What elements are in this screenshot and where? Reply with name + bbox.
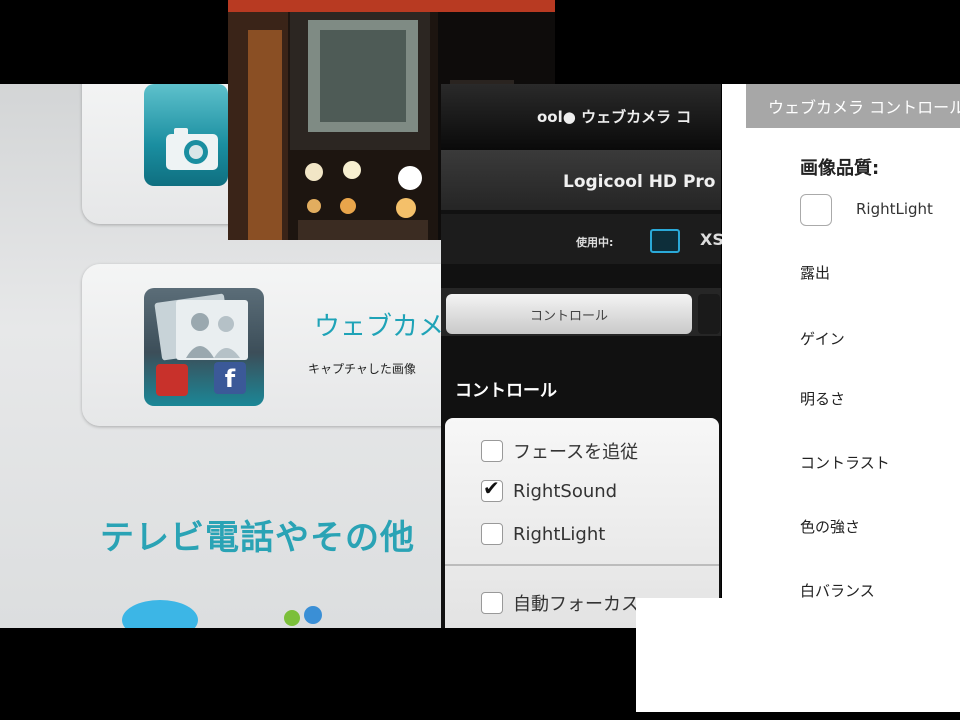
bottom-letterbox bbox=[0, 628, 636, 720]
section-title: コントロール bbox=[455, 381, 557, 401]
rightlight-label: RightLight bbox=[856, 200, 933, 218]
panel-brand: ool● ウェブカメラ コ bbox=[537, 108, 692, 126]
status-value: XS bbox=[700, 230, 724, 249]
rightsound-label: RightSound bbox=[513, 480, 618, 502]
videocall-heading: テレビ電話やその他 bbox=[100, 518, 415, 558]
webcam-monitor-icon[interactable] bbox=[650, 229, 680, 253]
setting-gain: ゲイン bbox=[800, 330, 845, 348]
setting-brightness: 明るさ bbox=[800, 390, 846, 408]
setting-contrast: コントラスト bbox=[800, 454, 890, 472]
option-autofocus[interactable]: 自動フォーカス bbox=[481, 590, 639, 616]
rightlight-checkbox[interactable] bbox=[481, 523, 503, 545]
option-rightlight[interactable]: RightLight bbox=[481, 523, 605, 545]
face-tracking-checkbox[interactable] bbox=[481, 440, 503, 462]
facebook-icon[interactable]: f bbox=[214, 362, 246, 394]
share-card[interactable]: f ウェブカメ キャプチャした画像 bbox=[82, 264, 445, 426]
share-subtitle: キャプチャした画像 bbox=[308, 362, 416, 376]
setting-exposure: 露出 bbox=[800, 264, 831, 282]
setting-color-intensity: 色の強さ bbox=[800, 518, 861, 536]
autofocus-checkbox[interactable] bbox=[481, 592, 503, 614]
option-face-tracking[interactable]: フェースを追従 bbox=[481, 438, 638, 464]
messenger-icon[interactable] bbox=[284, 610, 300, 626]
tab-control[interactable]: コントロール bbox=[446, 294, 692, 334]
rightlight-option-label: RightLight bbox=[513, 523, 606, 545]
tab-other[interactable] bbox=[698, 294, 720, 334]
device-name[interactable]: Logicool HD Pro bbox=[563, 172, 715, 192]
messenger-icon-2[interactable] bbox=[304, 606, 322, 624]
share-tile[interactable]: f bbox=[144, 288, 264, 406]
autofocus-label: 自動フォーカス bbox=[513, 594, 639, 615]
option-rightsound[interactable]: RightSound bbox=[481, 476, 618, 502]
options-divider bbox=[445, 564, 719, 566]
youtube-icon[interactable] bbox=[156, 364, 188, 396]
face-tracking-label: フェースを追従 bbox=[513, 442, 639, 463]
rightsound-checkbox[interactable] bbox=[481, 476, 503, 502]
skype-icon[interactable] bbox=[122, 600, 198, 628]
image-quality-label: 画像品質: bbox=[800, 158, 880, 179]
camera-icon bbox=[166, 128, 218, 170]
blank-overlay bbox=[636, 598, 960, 712]
status-label: 使用中: bbox=[576, 236, 614, 249]
rightlight-checkbox-right[interactable] bbox=[800, 194, 832, 226]
camera-tile[interactable] bbox=[144, 84, 228, 186]
share-title: ウェブカメ bbox=[314, 312, 445, 342]
right-panel-title: ウェブカメラ コントロール bbox=[768, 98, 960, 117]
